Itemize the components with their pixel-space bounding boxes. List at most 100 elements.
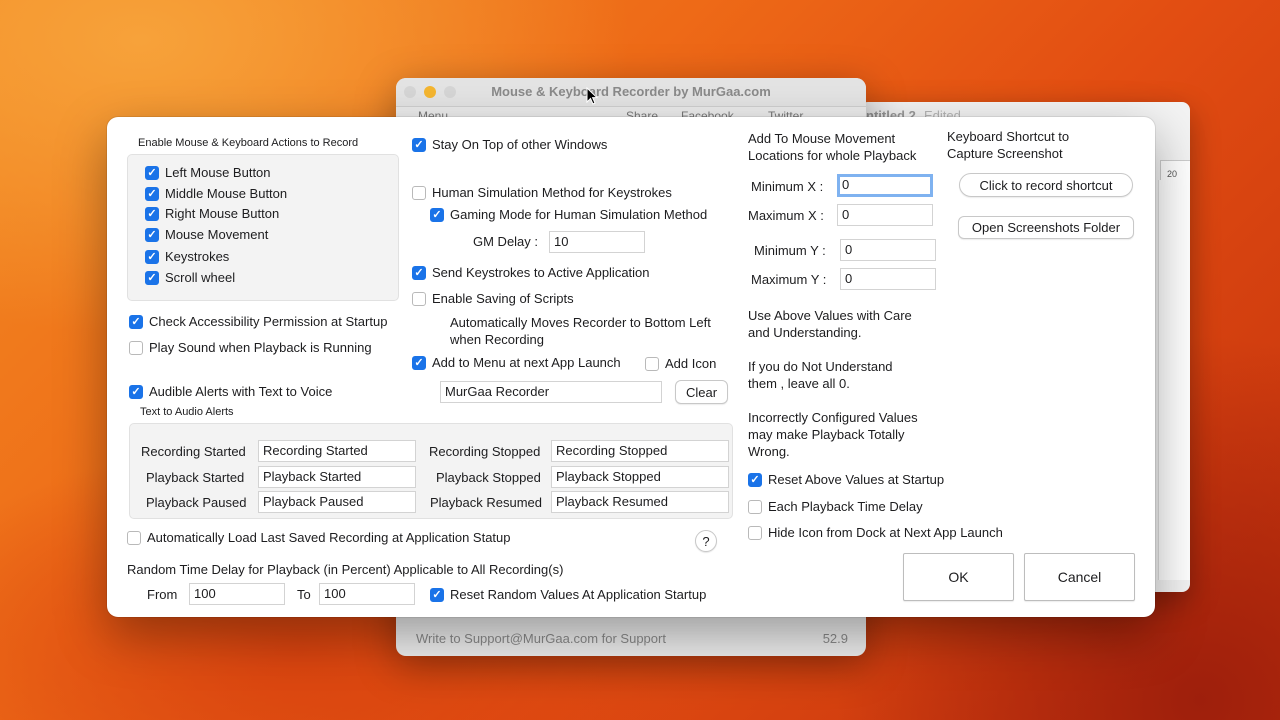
checkbox-label: Middle Mouse Button [165, 186, 288, 201]
checkbox-box[interactable] [748, 472, 762, 487]
checkbox-left-mouse-button[interactable]: Left Mouse Button [145, 165, 271, 180]
checkbox-box[interactable] [145, 186, 159, 201]
text-audio-heading: Text to Audio Alerts [140, 406, 234, 418]
checkbox-label: Keystrokes [165, 249, 230, 264]
checkbox-box[interactable] [412, 185, 426, 200]
playback-started-field[interactable]: Playback Started [258, 466, 416, 488]
checkbox-hide-dock-icon[interactable]: Hide Icon from Dock at Next App Launch [748, 525, 1003, 540]
recording-started-field[interactable]: Recording Started [258, 440, 416, 462]
document-page [1158, 180, 1190, 580]
random-from-field[interactable]: 100 [189, 583, 285, 605]
checkbox-auto-load-recording[interactable]: Automatically Load Last Saved Recording … [127, 530, 511, 545]
checkbox-label: Scroll wheel [165, 270, 236, 285]
checkbox-human-simulation[interactable]: Human Simulation Method for Keystrokes [412, 185, 672, 200]
checkbox-label: Left Mouse Button [165, 165, 271, 180]
window-title: Mouse & Keyboard Recorder by MurGaa.com [491, 84, 771, 99]
checkbox-label: Automatically Load Last Saved Recording … [147, 530, 511, 545]
ruler: 20 [1160, 160, 1190, 182]
care-note: Use Above Values with Care and Understan… [748, 308, 912, 340]
random-to-field[interactable]: 100 [319, 583, 415, 605]
checkbox-box[interactable] [129, 340, 143, 355]
checkbox-box[interactable] [145, 249, 159, 264]
checkbox-box[interactable] [412, 137, 426, 152]
version-label: 52.9 [822, 631, 848, 646]
playback-paused-field[interactable]: Playback Paused [258, 491, 416, 513]
checkbox-label: Stay On Top of other Windows [432, 137, 608, 152]
checkbox-add-to-menu[interactable]: Add to Menu at next App Launch [412, 355, 621, 370]
recording-stopped-field[interactable]: Recording Stopped [551, 440, 729, 462]
record-group-heading: Enable Mouse & Keyboard Actions to Recor… [138, 137, 359, 149]
text-audio-group: Recording Started Recording Started Play… [129, 423, 733, 519]
random-delay-heading: Random Time Delay for Playback (in Perce… [127, 562, 564, 577]
minimum-y-field[interactable]: 0 [840, 239, 936, 261]
maximum-x-field[interactable]: 0 [837, 204, 933, 226]
menu-name-field[interactable]: MurGaa Recorder [440, 381, 662, 403]
checkbox-each-playback-delay[interactable]: Each Playback Time Delay [748, 499, 923, 514]
incorrect-values-note: Incorrectly Configured Values may make P… [748, 410, 918, 459]
checkbox-reset-random-values[interactable]: Reset Random Values At Application Start… [430, 587, 706, 602]
maximum-y-field[interactable]: 0 [840, 268, 936, 290]
checkbox-box[interactable] [430, 587, 444, 602]
checkbox-label: Mouse Movement [165, 227, 269, 242]
recording-stopped-label: Recording Stopped [429, 444, 541, 459]
playback-paused-label: Playback Paused [146, 495, 247, 510]
checkbox-gaming-mode[interactable]: Gaming Mode for Human Simulation Method [430, 207, 707, 222]
checkbox-box[interactable] [748, 525, 762, 540]
ok-button[interactable]: OK [903, 553, 1014, 601]
checkbox-label: Gaming Mode for Human Simulation Method [450, 207, 708, 222]
playback-resumed-label: Playback Resumed [430, 495, 542, 510]
checkbox-box[interactable] [127, 530, 141, 545]
auto-move-note: Automatically Moves Recorder to Bottom L… [450, 315, 711, 347]
mouse-pointer-icon [586, 87, 598, 105]
playback-resumed-field[interactable]: Playback Resumed [551, 491, 729, 513]
mouse-locations-heading: Add To Mouse Movement Locations for whol… [748, 131, 917, 163]
gm-delay-label: GM Delay : [473, 234, 539, 249]
help-button[interactable]: ? [695, 530, 717, 552]
checkbox-box[interactable] [645, 356, 659, 371]
screenshot-shortcut-heading: Keyboard Shortcut to Capture Screenshot [947, 129, 1070, 161]
checkbox-box[interactable] [748, 499, 762, 514]
checkbox-label: Add to Menu at next App Launch [432, 355, 621, 370]
gm-delay-field[interactable]: 10 [549, 231, 645, 253]
checkbox-label: Each Playback Time Delay [768, 499, 923, 514]
checkbox-label: Play Sound when Playback is Running [149, 340, 372, 355]
checkbox-box[interactable] [412, 355, 426, 370]
checkbox-label: Reset Above Values at Startup [768, 472, 945, 487]
checkbox-mouse-movement[interactable]: Mouse Movement [145, 227, 268, 242]
checkbox-keystrokes[interactable]: Keystrokes [145, 249, 229, 264]
checkbox-send-keystrokes[interactable]: Send Keystrokes to Active Application [412, 265, 650, 280]
checkbox-reset-above-values[interactable]: Reset Above Values at Startup [748, 472, 944, 487]
maximum-y-label: Maximum Y : [751, 272, 827, 287]
checkbox-label: Check Accessibility Permission at Startu… [149, 314, 388, 329]
checkbox-label: Audible Alerts with Text to Voice [149, 384, 333, 399]
checkbox-box[interactable] [145, 270, 159, 285]
record-shortcut-button[interactable]: Click to record shortcut [959, 173, 1133, 197]
checkbox-box[interactable] [129, 314, 143, 329]
checkbox-box[interactable] [430, 207, 444, 222]
checkbox-audible-alerts[interactable]: Audible Alerts with Text to Voice [129, 384, 332, 399]
checkbox-stay-on-top[interactable]: Stay On Top of other Windows [412, 137, 607, 152]
checkbox-play-sound[interactable]: Play Sound when Playback is Running [129, 340, 372, 355]
settings-dialog: Enable Mouse & Keyboard Actions to Recor… [107, 117, 1155, 617]
checkbox-enable-saving[interactable]: Enable Saving of Scripts [412, 291, 574, 306]
checkbox-label: Right Mouse Button [165, 206, 280, 221]
checkbox-label: Add Icon [665, 356, 717, 371]
clear-button[interactable]: Clear [675, 380, 728, 404]
checkbox-box[interactable] [145, 227, 159, 242]
checkbox-middle-mouse-button[interactable]: Middle Mouse Button [145, 186, 287, 201]
checkbox-add-icon[interactable]: Add Icon [645, 356, 716, 371]
checkbox-box[interactable] [412, 291, 426, 306]
minimum-x-field[interactable]: 0 [837, 174, 933, 197]
understand-note: If you do Not Understand them , leave al… [748, 359, 893, 391]
cancel-button[interactable]: Cancel [1024, 553, 1135, 601]
checkbox-box[interactable] [145, 206, 159, 221]
checkbox-right-mouse-button[interactable]: Right Mouse Button [145, 206, 279, 221]
playback-stopped-field[interactable]: Playback Stopped [551, 466, 729, 488]
checkbox-scroll-wheel[interactable]: Scroll wheel [145, 270, 235, 285]
checkbox-check-accessibility[interactable]: Check Accessibility Permission at Startu… [129, 314, 387, 329]
checkbox-box[interactable] [145, 165, 159, 180]
open-screenshots-folder-button[interactable]: Open Screenshots Folder [958, 216, 1134, 239]
checkbox-box[interactable] [412, 265, 426, 280]
checkbox-box[interactable] [129, 384, 143, 399]
checkbox-label: Enable Saving of Scripts [432, 291, 574, 306]
